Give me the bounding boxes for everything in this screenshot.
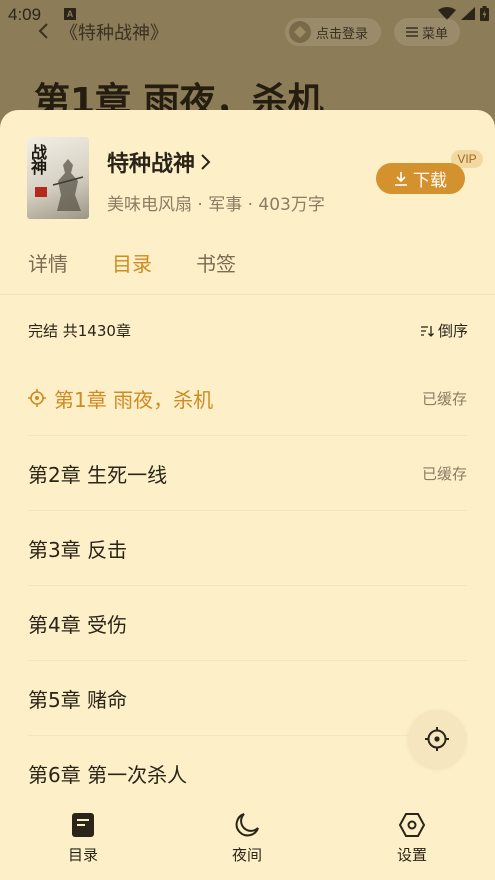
tab-bookmarks[interactable]: 书签: [196, 248, 236, 277]
hexagon-settings-icon: [398, 813, 426, 837]
chapter-title: 第3章 反击: [28, 537, 128, 562]
catalog-sheet: 战神 特种战神 美味电风扇 · 军事 · 403万字 VIP 下载 详情 目录 …: [0, 110, 495, 880]
menu-icon: [405, 27, 418, 37]
chapter-item[interactable]: 第5章 赌命: [28, 661, 467, 736]
sort-button[interactable]: 倒序: [420, 320, 468, 341]
tab-details[interactable]: 详情: [28, 248, 68, 277]
catalog-summary: 完结 共1430章: [28, 322, 131, 340]
nav-night-label: 夜间: [231, 846, 262, 864]
chapter-title: 第4章 受伤: [28, 612, 128, 637]
moon-icon: [235, 813, 259, 837]
nav-catalog[interactable]: 目录: [33, 812, 133, 865]
chapter-item[interactable]: 第3章 反击: [28, 511, 467, 586]
book-name: 特种战神: [107, 152, 196, 177]
crosshair-icon: [425, 727, 449, 751]
download-button[interactable]: 下载: [376, 163, 465, 194]
cover-seal: [35, 187, 47, 197]
book-icon: [72, 813, 94, 837]
avatar-icon: [289, 21, 311, 43]
chapter-item[interactable]: 第2章 生死一线 已缓存: [28, 436, 467, 511]
menu-label: 菜单: [421, 26, 448, 42]
catalog-summary-row: 完结 共1430章 倒序: [28, 320, 468, 340]
reader-top-bar: 《特种战神》 点击登录 菜单: [0, 14, 495, 50]
chapter-title: 第1章 雨夜，杀机: [54, 387, 214, 412]
chevron-right-icon: [201, 154, 211, 170]
locate-current-chapter-button[interactable]: [408, 710, 466, 768]
sort-label: 倒序: [437, 322, 468, 340]
login-button[interactable]: 点击登录: [285, 18, 381, 46]
tab-catalog[interactable]: 目录: [112, 248, 152, 277]
chapter-title: 第5章 赌命: [28, 687, 128, 712]
login-label: 点击登录: [316, 26, 369, 42]
cached-label: 已缓存: [421, 390, 467, 408]
book-cover[interactable]: 战神: [27, 137, 89, 219]
cover-figure-illustration: [52, 159, 84, 211]
nav-settings-label: 设置: [396, 846, 427, 864]
nav-night-mode[interactable]: 夜间: [197, 812, 297, 865]
chapter-title: 第2章 生死一线: [28, 462, 168, 487]
bottom-nav: 目录 夜间 设置: [0, 802, 495, 880]
sort-icon: [420, 325, 434, 337]
cover-title: 战神: [31, 143, 48, 177]
chapter-list: 第1章 雨夜，杀机 已缓存 第2章 生死一线 已缓存 第3章 反击 第4章 受伤…: [28, 361, 467, 811]
chapter-item[interactable]: 第4章 受伤: [28, 586, 467, 661]
chapter-title: 第6章 第一次杀人: [28, 763, 188, 787]
top-book-title: 《特种战神》: [60, 23, 168, 44]
chapter-item-current[interactable]: 第1章 雨夜，杀机 已缓存: [28, 361, 467, 436]
menu-button[interactable]: 菜单: [394, 18, 460, 46]
divider: [0, 294, 495, 295]
sheet-tabs: 详情 目录 书签: [28, 248, 280, 277]
book-name-link[interactable]: 特种战神: [107, 146, 211, 178]
cached-label: 已缓存: [421, 465, 467, 483]
nav-settings[interactable]: 设置: [362, 812, 462, 865]
nav-catalog-label: 目录: [67, 846, 98, 864]
chapter-item[interactable]: 第6章 第一次杀人: [28, 736, 467, 811]
download-label: 下载: [413, 171, 447, 191]
book-meta: 美味电风扇 · 军事 · 403万字: [107, 195, 325, 215]
chevron-left-icon[interactable]: [36, 22, 50, 40]
download-icon: [395, 172, 407, 186]
location-icon: [28, 389, 46, 407]
